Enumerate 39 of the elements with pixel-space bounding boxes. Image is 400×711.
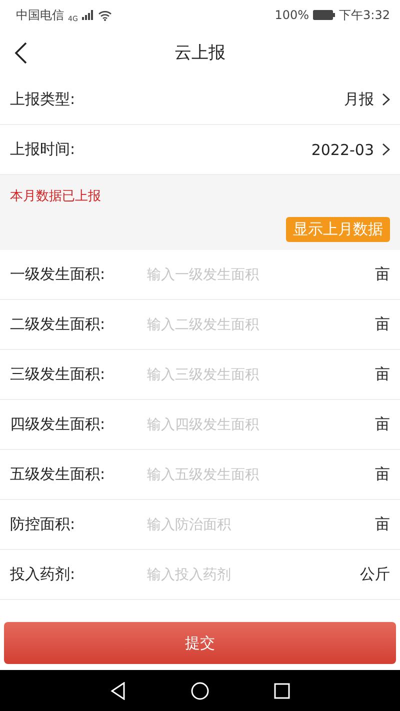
input-field[interactable]: 输入投入药剂 bbox=[145, 566, 352, 584]
submit-button[interactable]: 提交 bbox=[4, 622, 396, 664]
wifi-icon bbox=[98, 10, 112, 20]
back-nav-icon[interactable] bbox=[110, 682, 126, 700]
input-field[interactable]: 输入五级发生面积 bbox=[145, 466, 367, 484]
input-field[interactable]: 输入一级发生面积 bbox=[145, 266, 367, 284]
carrier-name: 中国电信 bbox=[16, 6, 64, 24]
signal-icon bbox=[82, 10, 94, 20]
field-label: 上报类型: bbox=[10, 90, 76, 109]
recents-nav-icon[interactable] bbox=[274, 682, 290, 698]
input-field[interactable]: 输入二级发生面积 bbox=[145, 316, 367, 334]
notice-text: 本月数据已上报 bbox=[10, 188, 102, 205]
field-label: 一级发生面积: bbox=[10, 265, 106, 284]
unit-label: 公斤 bbox=[360, 565, 390, 584]
page-title: 云上报 bbox=[174, 42, 226, 64]
chevron-right-icon bbox=[382, 93, 390, 106]
select-field[interactable]: 2022-03 bbox=[311, 140, 390, 158]
field-label: 五级发生面积: bbox=[10, 465, 106, 484]
unit-label: 亩 bbox=[375, 265, 390, 284]
input-field[interactable]: 输入三级发生面积 bbox=[145, 366, 367, 384]
home-nav-icon[interactable] bbox=[191, 682, 209, 700]
unit-label: 亩 bbox=[375, 315, 390, 334]
field-label: 四级发生面积: bbox=[10, 415, 106, 434]
field-label: 投入药剂: bbox=[10, 565, 76, 584]
unit-label: 亩 bbox=[375, 415, 390, 434]
unit-label: 亩 bbox=[375, 365, 390, 384]
select-field[interactable]: 月报 bbox=[344, 90, 390, 109]
chevron-right-icon bbox=[382, 143, 390, 156]
unit-label: 亩 bbox=[375, 465, 390, 484]
input-field[interactable]: 输入防治面积 bbox=[145, 516, 367, 534]
field-label: 上报时间: bbox=[10, 140, 76, 159]
field-label: 防控面积: bbox=[10, 515, 76, 534]
field-label: 二级发生面积: bbox=[10, 315, 106, 334]
field-label: 三级发生面积: bbox=[10, 365, 106, 384]
input-field[interactable]: 输入四级发生面积 bbox=[145, 416, 367, 434]
battery-icon bbox=[313, 10, 336, 20]
battery-level: 100% bbox=[274, 8, 310, 22]
clock: 下午3:32 bbox=[339, 6, 390, 24]
unit-label: 亩 bbox=[375, 515, 390, 534]
